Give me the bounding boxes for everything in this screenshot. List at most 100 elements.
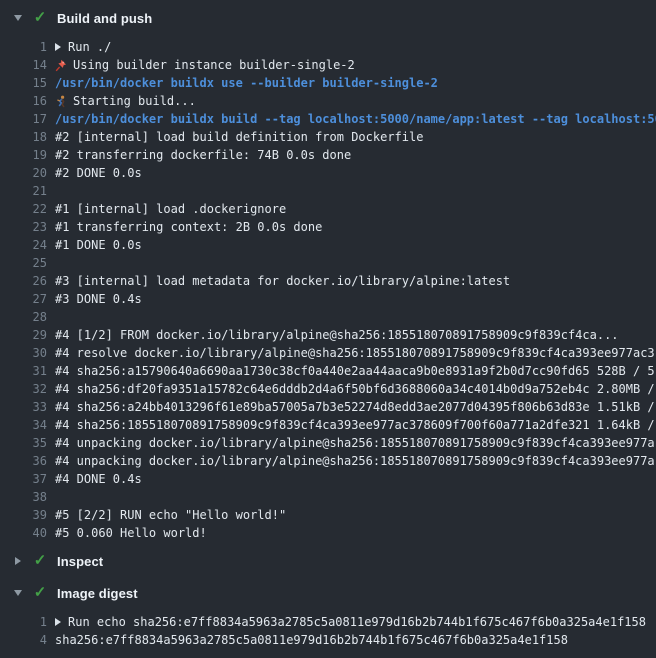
log-line: 27 #3 DONE 0.4s — [0, 290, 656, 308]
line-text: Starting build... — [55, 92, 196, 110]
log-line: 33#4 sha256:a24bb4013296f61e89ba57005a7b… — [0, 398, 656, 416]
line-text: #4 unpacking docker.io/library/alpine@sh… — [55, 452, 655, 470]
line-number[interactable]: 20 — [0, 164, 47, 182]
log-line: 28 — [0, 308, 656, 326]
line-number[interactable]: 31 — [0, 362, 47, 380]
line-text: Run echo sha256:e7ff8834a5963a2785c5a081… — [55, 613, 646, 631]
line-number[interactable]: 4 — [0, 631, 47, 649]
line-text: /usr/bin/docker buildx use --builder bui… — [55, 74, 438, 92]
line-text: #4 sha256:a15790640a6690aa1730c38cf0a440… — [55, 362, 655, 380]
line-text: #4 DONE 0.4s — [55, 470, 142, 488]
line-text: #3 DONE 0.4s — [55, 290, 142, 308]
log-line: 4 sha256:e7ff8834a5963a2785c5a0811e979d16… — [0, 631, 656, 649]
success-check-icon: ✓ — [33, 11, 47, 25]
success-check-icon: ✓ — [33, 586, 47, 600]
log-line: 26 #3 [internal] load metadata for docker… — [0, 272, 656, 290]
log-line: 35#4 unpacking docker.io/library/alpine@… — [0, 434, 656, 452]
line-number[interactable]: 23 — [0, 218, 47, 236]
log-line: 24 #1 DONE 0.0s — [0, 236, 656, 254]
expand-chevron-icon — [13, 557, 22, 565]
log-line: 29 #4 [1/2] FROM docker.io/library/alpine… — [0, 326, 656, 344]
log-line: 17/usr/bin/docker buildx build --tag loc… — [0, 110, 656, 128]
line-text: #3 [internal] load metadata for docker.i… — [55, 272, 510, 290]
log-group-line[interactable]: 1 Run ./ — [0, 38, 656, 56]
line-number[interactable]: 32 — [0, 380, 47, 398]
line-number[interactable]: 1 — [0, 613, 47, 631]
line-number[interactable]: 28 — [0, 308, 47, 326]
section-header-image-digest[interactable]: ✓ Image digest — [0, 583, 656, 603]
line-number[interactable]: 22 — [0, 200, 47, 218]
workflow-log: ✓ Build and push 1Run ./14Using builder … — [0, 0, 656, 649]
expand-line-icon[interactable] — [55, 43, 61, 51]
log-line: 37 #4 DONE 0.4s — [0, 470, 656, 488]
line-number[interactable]: 37 — [0, 470, 47, 488]
section-build-and-push: ✓ Build and push 1 Run ./ 14 Using builder … — [0, 8, 656, 542]
line-number[interactable]: 24 — [0, 236, 47, 254]
line-text: sha256:e7ff8834a5963a2785c5a0811e979d16b… — [55, 631, 568, 649]
line-number[interactable]: 34 — [0, 416, 47, 434]
log-lines: 1 Run ./ 14 Using builder instance builder-… — [0, 38, 656, 542]
line-text: Run ./ — [55, 38, 111, 56]
section-title: Build and push — [57, 11, 152, 26]
line-text: /usr/bin/docker buildx build --tag local… — [55, 110, 656, 128]
runner-icon — [55, 95, 67, 108]
line-text: #4 resolve docker.io/library/alpine@sha2… — [55, 344, 655, 362]
log-line: 23 #1 transferring context: 2B 0.0s done — [0, 218, 656, 236]
line-number[interactable]: 36 — [0, 452, 47, 470]
section-header-inspect[interactable]: ✓ Inspect — [0, 551, 656, 571]
line-number[interactable]: 29 — [0, 326, 47, 344]
line-text: #2 transferring dockerfile: 74B 0.0s don… — [55, 146, 351, 164]
log-line: 40 #5 0.060 Hello world! — [0, 524, 656, 542]
log-line: 39 #5 [2/2] RUN echo "Hello world!" — [0, 506, 656, 524]
section-title: Inspect — [57, 554, 103, 569]
line-text: #4 sha256:df20fa9351a15782c64e6dddb2d4a6… — [55, 380, 655, 398]
log-line: 34 #4 sha256:185518070891758909c9f839cf4c… — [0, 416, 656, 434]
line-number[interactable]: 17 — [0, 110, 47, 128]
line-text: #5 0.060 Hello world! — [55, 524, 207, 542]
log-line: 15/usr/bin/docker buildx use --builder b… — [0, 74, 656, 92]
line-number[interactable]: 38 — [0, 488, 47, 506]
line-number[interactable]: 18 — [0, 128, 47, 146]
line-number[interactable]: 26 — [0, 272, 47, 290]
line-text: #4 sha256:185518070891758909c9f839cf4ca3… — [55, 416, 655, 434]
log-line: 19 #2 transferring dockerfile: 74B 0.0s d… — [0, 146, 656, 164]
line-number[interactable]: 16 — [0, 92, 47, 110]
line-number[interactable]: 15 — [0, 74, 47, 92]
log-line: 22 #1 [internal] load .dockerignore — [0, 200, 656, 218]
line-text: #5 [2/2] RUN echo "Hello world!" — [55, 506, 286, 524]
log-group-line[interactable]: 1 Run echo sha256:e7ff8834a5963a2785c5a08… — [0, 613, 656, 631]
line-text: #4 [1/2] FROM docker.io/library/alpine@s… — [55, 326, 619, 344]
log-line: 38 — [0, 488, 656, 506]
log-line: 18 #2 [internal] load build definition fr… — [0, 128, 656, 146]
line-number[interactable]: 30 — [0, 344, 47, 362]
line-number[interactable]: 21 — [0, 182, 47, 200]
line-text: #2 [internal] load build definition from… — [55, 128, 423, 146]
line-text: #2 DONE 0.0s — [55, 164, 142, 182]
expand-line-icon[interactable] — [55, 618, 61, 626]
line-text: #1 DONE 0.0s — [55, 236, 142, 254]
log-line: 25 — [0, 254, 656, 272]
collapse-chevron-icon — [13, 590, 22, 596]
log-line: 36 #4 unpacking docker.io/library/alpine@… — [0, 452, 656, 470]
line-text: Using builder instance builder-single-2 — [55, 56, 355, 74]
section-image-digest: ✓ Image digest 1 Run echo sha256:e7ff8834… — [0, 583, 656, 649]
line-text: #1 [internal] load .dockerignore — [55, 200, 286, 218]
log-line: 32 #4 sha256:df20fa9351a15782c64e6dddb2d4… — [0, 380, 656, 398]
line-number[interactable]: 19 — [0, 146, 47, 164]
line-number[interactable]: 33 — [0, 398, 47, 416]
line-number[interactable]: 27 — [0, 290, 47, 308]
section-header-build-and-push[interactable]: ✓ Build and push — [0, 8, 656, 28]
line-number[interactable]: 14 — [0, 56, 47, 74]
line-text: #1 transferring context: 2B 0.0s done — [55, 218, 322, 236]
line-number[interactable]: 35 — [0, 434, 47, 452]
line-number[interactable]: 40 — [0, 524, 47, 542]
section-inspect: ✓ Inspect — [0, 551, 656, 571]
line-number[interactable]: 1 — [0, 38, 47, 56]
log-line: 21 — [0, 182, 656, 200]
log-lines: 1 Run echo sha256:e7ff8834a5963a2785c5a08… — [0, 613, 656, 649]
log-line: 16 Starting build... — [0, 92, 656, 110]
log-line: 20 #2 DONE 0.0s — [0, 164, 656, 182]
line-number[interactable]: 25 — [0, 254, 47, 272]
line-number[interactable]: 39 — [0, 506, 47, 524]
success-check-icon: ✓ — [33, 554, 47, 568]
